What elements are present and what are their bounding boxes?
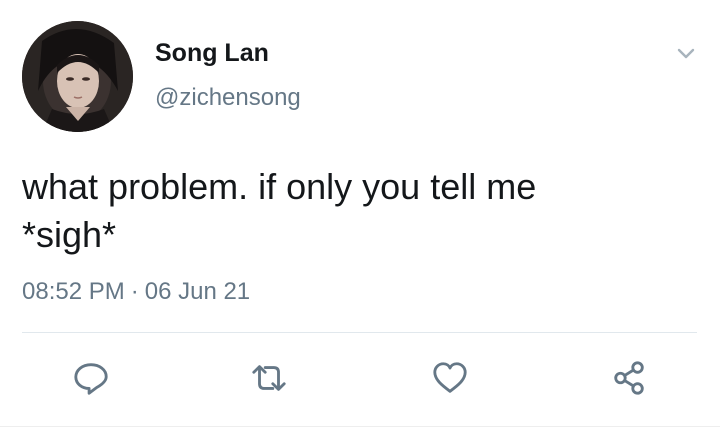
share-icon: [614, 361, 644, 395]
tweet-date: 06 Jun 21: [144, 278, 251, 305]
share-button[interactable]: [609, 358, 649, 398]
tweet-time: 08:52 PM: [22, 278, 125, 305]
divider: [22, 332, 697, 333]
retweet-button[interactable]: [249, 358, 289, 398]
retweet-icon: [252, 365, 286, 391]
like-button[interactable]: [430, 358, 470, 398]
tweet-actions: [0, 348, 720, 408]
heart-icon: [433, 362, 467, 393]
bottom-border: [0, 426, 720, 427]
author-handle[interactable]: @zichensong: [155, 84, 301, 112]
meta-separator: ·: [130, 278, 139, 305]
chevron-down-icon[interactable]: [671, 38, 701, 68]
tweet-timestamp[interactable]: 08:52 PM · 06 Jun 21: [22, 277, 250, 307]
avatar-image: [22, 21, 133, 132]
reply-icon: [74, 363, 108, 395]
tweet-card: Song Lan @zichensong what problem. if on…: [0, 0, 720, 439]
avatar[interactable]: [22, 21, 133, 132]
reply-button[interactable]: [71, 358, 111, 398]
author-name[interactable]: Song Lan: [155, 38, 269, 68]
tweet-text-line: what problem. if only you tell me: [22, 166, 537, 207]
tweet-text: what problem. if only you tell me *sigh*: [22, 163, 682, 259]
tweet-text-line: *sigh*: [22, 214, 117, 255]
